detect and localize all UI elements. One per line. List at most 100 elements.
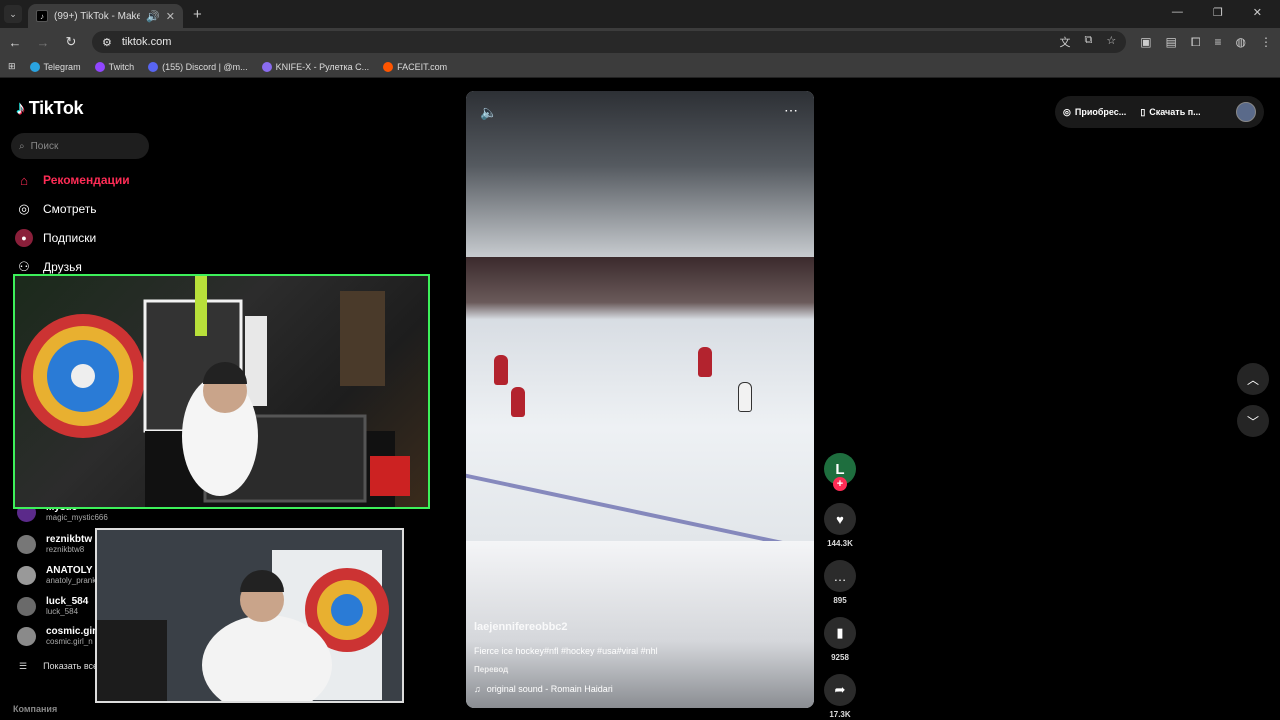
following-account[interactable]: reznikbtw reznikbtw8 <box>17 534 92 554</box>
extension-icon[interactable]: ▣ <box>1140 35 1151 50</box>
company-link[interactable]: Компания <box>13 704 57 714</box>
webcam-overlay-main <box>13 274 430 509</box>
webcam-overlay-secondary <box>95 528 404 703</box>
bookmark-telegram[interactable]: Telegram <box>29 61 81 72</box>
reload-icon[interactable]: ↻ <box>64 34 78 50</box>
install-app-icon[interactable]: ⧉ <box>1084 34 1092 50</box>
following-account[interactable]: ANATOLY anatoly_prank <box>17 565 96 585</box>
chevron-up-icon: ︿ <box>1246 372 1259 387</box>
webcam-scene-image <box>21 276 410 507</box>
like-count: 144.3K <box>827 539 853 548</box>
avatar <box>17 626 36 646</box>
get-coins-button[interactable]: ◎ Приобрес... <box>1063 107 1126 118</box>
nav-following[interactable]: ● Подписки <box>15 229 96 247</box>
new-tab-button[interactable]: + <box>193 6 202 23</box>
faceit-icon <box>383 61 394 72</box>
avatar <box>17 596 36 616</box>
coin-icon: ◎ <box>1063 106 1071 117</box>
close-tab-icon[interactable]: ✕ <box>166 10 175 23</box>
video-actions: L + ♥ 144.3K … 895 ▮ 9258 ➦ 17.3K <box>823 453 857 719</box>
phone-icon: ▯ <box>1140 106 1146 117</box>
home-icon: ⌂ <box>20 172 28 188</box>
nav-for-you[interactable]: ⌂ Рекомендации <box>15 171 130 189</box>
video-description: Fierce ice hockey#nfl #hockey #usa#viral… <box>474 646 658 656</box>
previous-video-button[interactable]: ︿ <box>1237 363 1269 395</box>
nav-explore[interactable]: ◎ Смотреть <box>15 200 96 218</box>
bookmark-star-icon[interactable]: ☆ <box>1106 34 1116 50</box>
save-count: 9258 <box>831 653 849 662</box>
bookmarks-bar: ⊞ Telegram Twitch (155) Discord | @m... … <box>0 56 1280 78</box>
comment-icon[interactable]: … <box>824 560 856 592</box>
comment-action[interactable]: … 895 <box>824 560 856 605</box>
search-input[interactable]: ⌕ Поиск <box>11 133 149 159</box>
chevron-down-icon: ﹀ <box>1246 414 1259 429</box>
url-text: tiktok.com <box>121 36 172 48</box>
heart-icon[interactable]: ♥ <box>824 503 856 535</box>
video-sound[interactable]: ♫ original sound - Romain Haidari <box>474 684 613 694</box>
volume-icon[interactable]: 🔈 <box>480 104 497 121</box>
apps-grid-icon[interactable]: ⊞ <box>8 61 16 72</box>
like-action[interactable]: ♥ 144.3K <box>824 503 856 548</box>
tab-search-button[interactable]: ⌄ <box>4 5 22 23</box>
search-icon: ⌕ <box>19 140 25 152</box>
back-icon[interactable]: ← <box>8 35 22 50</box>
hockey-player <box>698 347 712 377</box>
tiktok-page: ♪ TikTok ⌕ Поиск ⌂ Рекомендации ◎ Смотре… <box>0 78 1280 720</box>
tab-title: (99+) TikTok - Make Your Da <box>54 10 141 22</box>
minimize-button[interactable]: — <box>1172 6 1183 19</box>
next-video-button[interactable]: ﹀ <box>1237 405 1269 437</box>
follow-plus-icon[interactable]: + <box>833 477 847 491</box>
tiktok-note-icon: ♪ <box>16 98 25 118</box>
url-bar[interactable]: ⚙ tiktok.com 文 ⧉ ☆ <box>92 31 1127 53</box>
comment-count: 895 <box>833 596 847 605</box>
profile-icon[interactable]: ◍ <box>1236 35 1246 50</box>
speaker-icon[interactable]: 🔊 <box>146 10 160 23</box>
site-info-icon[interactable]: ⚙ <box>102 36 112 49</box>
avatar <box>17 534 36 554</box>
list-icon: ☰ <box>19 661 28 671</box>
browser-tab-strip: ⌄ ♪ (99+) TikTok - Make Your Da 🔊 ✕ + — … <box>0 0 1280 28</box>
translate-icon[interactable]: 文 <box>1059 34 1070 50</box>
hockey-player <box>738 382 752 412</box>
video-frame-top <box>466 91 814 257</box>
compass-icon: ◎ <box>18 201 30 216</box>
tiktok-logo[interactable]: ♪ TikTok <box>16 98 84 119</box>
restore-button[interactable]: ❐ <box>1213 6 1223 19</box>
tiktok-favicon-icon: ♪ <box>36 10 48 22</box>
browser-tab[interactable]: ♪ (99+) TikTok - Make Your Da 🔊 ✕ <box>28 4 183 28</box>
bookmark-twitch[interactable]: Twitch <box>94 61 134 72</box>
video-username[interactable]: laejennifereobbc2 <box>474 621 568 633</box>
following-account[interactable]: cosmic.girl cosmic.girl_n <box>17 626 99 646</box>
download-app-button[interactable]: ▯ Скачать п... <box>1140 107 1200 118</box>
hockey-player <box>494 355 508 385</box>
share-icon[interactable]: ➦ <box>824 674 856 706</box>
media-control-icon[interactable]: ≡ <box>1215 35 1222 50</box>
more-options-icon[interactable]: ⋯ <box>784 102 798 119</box>
telegram-icon <box>29 61 40 72</box>
save-action[interactable]: ▮ 9258 <box>824 617 856 662</box>
bookmark-discord[interactable]: (155) Discord | @m... <box>148 61 248 72</box>
music-note-icon: ♫ <box>474 684 481 694</box>
menu-kebab-icon[interactable]: ⋮ <box>1260 35 1272 50</box>
extension-icon[interactable]: ▤ <box>1166 35 1177 50</box>
discord-icon <box>148 61 159 72</box>
webcam-scene-image <box>97 530 402 701</box>
extensions-puzzle-icon[interactable]: ⧠ <box>1191 35 1201 50</box>
translate-button[interactable]: Перевод <box>474 665 508 674</box>
profile-avatar[interactable] <box>1236 102 1256 122</box>
share-action[interactable]: ➦ 17.3K <box>824 674 856 719</box>
avatar <box>17 565 36 585</box>
forward-icon[interactable]: → <box>36 35 50 50</box>
share-count: 17.3K <box>829 710 851 719</box>
address-toolbar: ← → ↻ ⚙ tiktok.com 文 ⧉ ☆ ▣ ▤ ⧠ ≡ ◍ ⋮ <box>0 28 1280 56</box>
search-placeholder: Поиск <box>30 140 59 152</box>
bookmark-knifex[interactable]: KNIFE-X - Рулетка С... <box>261 61 369 72</box>
following-account[interactable]: luck_584 luck_584 <box>17 596 88 616</box>
close-window-button[interactable]: ✕ <box>1253 6 1262 19</box>
bookmark-faceit[interactable]: FACEIT.com <box>383 61 447 72</box>
show-more-button[interactable]: ☰ Показать все <box>19 661 98 672</box>
hockey-player <box>511 387 525 417</box>
bookmark-icon[interactable]: ▮ <box>824 617 856 649</box>
author-avatar[interactable]: L + <box>824 453 856 491</box>
video-player[interactable]: verizon 🔈 ⋯ laejennifereobbc2 Fierce ice… <box>466 91 814 708</box>
